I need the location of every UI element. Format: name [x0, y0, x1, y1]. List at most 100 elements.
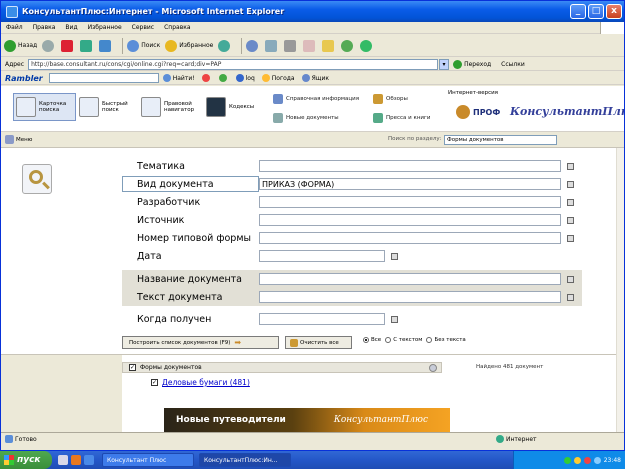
rambler-logo[interactable]: Rambler — [5, 74, 43, 83]
task-consultant[interactable]: Консультант Плюс — [102, 453, 194, 467]
rambler-tool-2[interactable] — [218, 74, 229, 82]
quick-search-button[interactable]: Быстрый поиск — [79, 93, 130, 121]
close-button[interactable]: x — [606, 4, 622, 19]
start-button[interactable]: пуск — [0, 451, 52, 469]
tray-icon[interactable] — [563, 456, 571, 464]
radio-without-text[interactable] — [426, 337, 433, 343]
collapse-icon[interactable] — [429, 364, 437, 372]
stop-button[interactable] — [61, 39, 75, 52]
links-label[interactable]: Ссылки — [501, 61, 525, 68]
rambler-search-input[interactable] — [48, 73, 159, 83]
go-button[interactable]: Переход — [453, 59, 491, 69]
task-ie[interactable]: КонсультантПлюс:Ин... — [199, 453, 291, 467]
menu-button[interactable]: Меню — [5, 135, 32, 144]
press-link[interactable]: Пресса и книги — [373, 113, 430, 123]
address-dropdown-button[interactable]: ▾ — [439, 58, 450, 70]
field-label-date[interactable]: Дата — [122, 248, 259, 264]
field-row-doctype: Вид документа ПРИКАЗ (ФОРМА) — [122, 175, 582, 193]
codes-button[interactable]: Кодексы — [206, 93, 254, 121]
forward-button[interactable] — [42, 39, 56, 52]
clear-all-button[interactable]: Очистить все — [285, 336, 352, 349]
tools-button[interactable] — [360, 39, 374, 52]
dictionary-icon[interactable] — [567, 275, 574, 283]
clock[interactable]: 23:48 — [604, 457, 621, 464]
search-button[interactable]: Поиск — [127, 39, 160, 52]
tray-icon[interactable] — [593, 456, 601, 464]
rambler-mail[interactable]: Ящик — [301, 74, 329, 82]
desktop-icon[interactable] — [58, 455, 68, 465]
prof-logo[interactable]: ПРОФ — [456, 105, 500, 119]
build-list-button[interactable]: Построить список документов (F9) ➡ — [122, 336, 279, 349]
maximize-button[interactable]: □ — [588, 4, 604, 19]
legal-navigator-button[interactable]: Правовой навигатор — [141, 93, 198, 121]
section-checkbox[interactable]: ✓ — [129, 364, 136, 371]
field-label-received[interactable]: Когда получен — [122, 311, 259, 327]
mail-button[interactable] — [265, 39, 279, 52]
field-label-doctype[interactable]: Вид документа — [122, 176, 259, 192]
menu-view[interactable]: Вид — [65, 24, 77, 31]
favorites-button[interactable]: Избранное — [165, 39, 213, 52]
field-input-text[interactable] — [259, 291, 561, 303]
rambler-weather[interactable]: Погода — [261, 74, 295, 82]
radio-with-text[interactable] — [385, 337, 392, 343]
back-button[interactable]: Назад — [4, 39, 37, 52]
media-button[interactable] — [218, 39, 232, 52]
field-input-doctype[interactable]: ПРИКАЗ (ФОРМА) — [259, 178, 561, 190]
messenger-button[interactable] — [341, 39, 355, 52]
tray-icon[interactable] — [583, 456, 591, 464]
menu-favorites[interactable]: Избранное — [88, 24, 122, 31]
new-docs-link[interactable]: Новые документы — [273, 113, 339, 123]
vertical-scrollbar[interactable] — [616, 148, 624, 432]
history-button[interactable] — [246, 39, 260, 52]
rambler-loq[interactable]: loq — [235, 74, 255, 82]
field-input-topic[interactable] — [259, 160, 561, 172]
tray-icon[interactable] — [573, 456, 581, 464]
field-input-developer[interactable] — [259, 196, 561, 208]
calendar-icon[interactable] — [391, 252, 398, 260]
print-button[interactable] — [284, 39, 298, 52]
rambler-tool-1[interactable] — [201, 74, 212, 82]
ie-icon[interactable] — [84, 455, 94, 465]
firefox-icon[interactable] — [71, 455, 81, 465]
result-link[interactable]: Деловые бумаги (481) — [162, 378, 250, 387]
radio-all[interactable] — [363, 337, 369, 343]
dictionary-icon[interactable] — [567, 234, 574, 242]
dictionary-icon[interactable] — [567, 198, 574, 206]
address-input[interactable]: http://base.consultant.ru/cons/cgi/onlin… — [28, 58, 439, 70]
menu-tools[interactable]: Сервис — [132, 24, 154, 31]
minimize-button[interactable]: _ — [570, 4, 586, 19]
dictionary-icon[interactable] — [567, 162, 574, 170]
field-label-source[interactable]: Источник — [122, 212, 259, 228]
field-input-received[interactable] — [259, 313, 385, 325]
edit-button[interactable] — [303, 39, 317, 52]
home-button[interactable] — [99, 39, 113, 52]
field-input-title[interactable] — [259, 273, 561, 285]
item-checkbox[interactable]: ✓ — [151, 379, 158, 386]
field-label-developer[interactable]: Разработчик — [122, 194, 259, 210]
refresh-button[interactable] — [80, 39, 94, 52]
consultant-plus-logo[interactable]: КонсультантПлюс — [510, 105, 624, 118]
field-label-topic[interactable]: Тематика — [122, 158, 259, 174]
rambler-loq-label: loq — [245, 74, 255, 82]
menu-help[interactable]: Справка — [164, 24, 190, 31]
guides-banner[interactable]: Новые путеводители КонсультантПлюс — [164, 408, 450, 432]
field-label-form-number[interactable]: Номер типовой формы — [122, 230, 259, 246]
rambler-find-button[interactable]: Найти! — [162, 74, 195, 82]
field-input-form-number[interactable] — [259, 232, 561, 244]
calendar-icon[interactable] — [391, 315, 398, 323]
field-input-source[interactable] — [259, 214, 561, 226]
overview-link[interactable]: Обзоры — [373, 94, 408, 104]
field-label-title[interactable]: Название документа — [122, 271, 259, 287]
card-search-button[interactable]: Карточка поиска — [13, 93, 76, 121]
dictionary-icon[interactable] — [567, 216, 574, 224]
dictionary-icon[interactable] — [567, 180, 574, 188]
folder-button[interactable] — [322, 39, 336, 52]
menu-file[interactable]: Файл — [6, 24, 23, 31]
menu-edit[interactable]: Правка — [33, 24, 56, 31]
ref-info-link[interactable]: Справочная информация — [273, 94, 359, 104]
field-label-text[interactable]: Текст документа — [122, 289, 259, 305]
section-search-select[interactable]: Формы документов — [444, 135, 557, 145]
field-input-date[interactable] — [259, 250, 385, 262]
eraser-icon — [290, 338, 298, 347]
dictionary-icon[interactable] — [567, 293, 574, 301]
